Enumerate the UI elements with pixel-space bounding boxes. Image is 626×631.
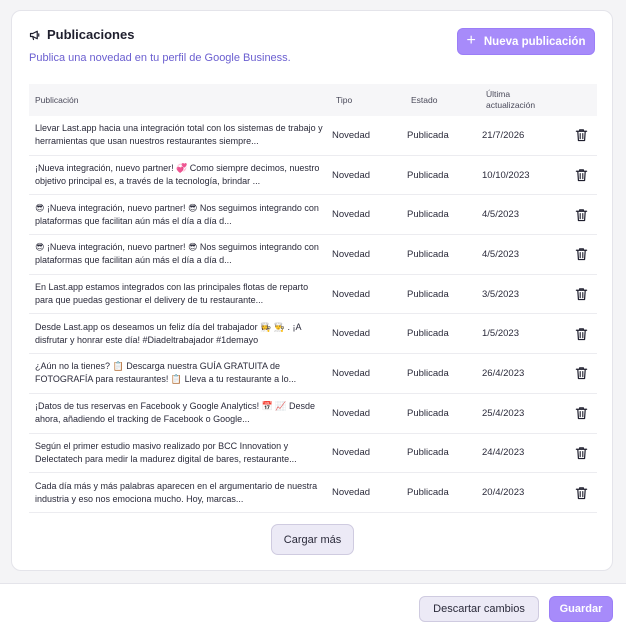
row-estado: Publicada — [407, 328, 449, 340]
row-estado: Publicada — [407, 288, 449, 300]
row-estado: Publicada — [407, 487, 449, 499]
row-tipo: Novedad — [332, 367, 371, 379]
delete-button[interactable] — [565, 327, 597, 341]
column-header-fecha-line2: actualización — [486, 100, 536, 110]
column-header-tipo: Tipo — [336, 94, 353, 105]
publications-card: Publicaciones Publica una novedad en tu … — [11, 10, 613, 571]
row-estado: Publicada — [407, 248, 449, 260]
delete-button[interactable] — [565, 446, 597, 460]
row-estado: Publicada — [407, 367, 449, 379]
table-body: Llevar Last.app hacia una integración to… — [29, 116, 597, 513]
delete-button[interactable] — [565, 128, 597, 142]
new-publication-label: Nueva publicación — [483, 35, 586, 48]
table-row[interactable]: 😎 ¡Nueva integración, nuevo partner! 😎 N… — [29, 235, 597, 275]
table-row[interactable]: Llevar Last.app hacia una integración to… — [29, 116, 597, 156]
trash-icon — [575, 407, 587, 420]
footer-bar: Descartar cambios Guardar — [0, 583, 626, 631]
table-row[interactable]: 😎 ¡Nueva integración, nuevo partner! 😎 N… — [29, 195, 597, 236]
row-publication-text: ¿Aún no la tienes? 📋 Descarga nuestra GU… — [35, 361, 297, 385]
trash-icon — [575, 129, 587, 142]
trash-icon — [575, 367, 587, 380]
row-publication-text: ¡Datos de tus reservas en Facebook y Goo… — [35, 401, 316, 425]
plus-icon: + — [466, 32, 476, 49]
trash-icon — [575, 209, 587, 221]
table-header: Publicación Tipo Estado Última actualiza… — [29, 84, 597, 116]
trash-icon — [575, 248, 587, 261]
row-fecha: 21/7/2026 — [482, 129, 525, 141]
discard-changes-button[interactable]: Descartar cambios — [419, 596, 539, 622]
delete-button[interactable] — [565, 287, 597, 301]
megaphone-icon — [29, 30, 40, 40]
row-estado: Publicada — [407, 169, 449, 181]
row-estado: Publicada — [407, 209, 449, 221]
row-fecha: 4/5/2023 — [482, 248, 519, 260]
row-estado: Publicada — [407, 407, 449, 419]
row-publication-text: 😎 ¡Nueva integración, nuevo partner! 😎 N… — [35, 202, 319, 226]
row-fecha: 20/4/2023 — [482, 487, 525, 499]
row-publication-text: En Last.app estamos integrados con las p… — [35, 282, 309, 306]
delete-button[interactable] — [565, 486, 597, 500]
row-estado: Publicada — [407, 447, 449, 459]
delete-button[interactable] — [565, 168, 597, 182]
row-publication-text: Llevar Last.app hacia una integración to… — [35, 123, 323, 147]
row-tipo: Novedad — [332, 169, 371, 181]
row-fecha: 26/4/2023 — [482, 367, 525, 379]
row-publication-text: ¡Nueva integración, nuevo partner! 💞 Com… — [35, 163, 320, 187]
row-tipo: Novedad — [332, 407, 371, 419]
table-row[interactable]: ¡Datos de tus reservas en Facebook y Goo… — [29, 394, 597, 434]
column-header-fecha: Última actualización — [480, 89, 565, 111]
row-fecha: 1/5/2023 — [482, 328, 519, 340]
trash-icon — [575, 328, 587, 340]
new-publication-button[interactable]: + Nueva publicación — [457, 28, 595, 55]
load-more-button[interactable]: Cargar más — [271, 524, 354, 555]
row-fecha: 3/5/2023 — [482, 288, 519, 300]
delete-button[interactable] — [565, 406, 597, 420]
row-fecha: 25/4/2023 — [482, 407, 525, 419]
table-row[interactable]: ¡Nueva integración, nuevo partner! 💞 Com… — [29, 156, 597, 196]
delete-button[interactable] — [565, 247, 597, 261]
row-tipo: Novedad — [332, 328, 371, 340]
row-tipo: Novedad — [332, 129, 371, 141]
trash-icon — [575, 447, 587, 460]
trash-icon — [575, 486, 587, 499]
publications-table: Publicación Tipo Estado Última actualiza… — [29, 84, 597, 513]
row-tipo: Novedad — [332, 447, 371, 459]
row-fecha: 24/4/2023 — [482, 447, 525, 459]
row-tipo: Novedad — [332, 248, 371, 260]
row-publication-text: Desde Last.app os deseamos un feliz día … — [35, 321, 302, 345]
trash-icon — [575, 169, 587, 182]
column-header-publicacion: Publicación — [35, 94, 79, 105]
column-header-fecha-line1: Última — [486, 89, 511, 99]
table-row[interactable]: Según el primer estudio masivo realizado… — [29, 434, 597, 474]
page-title: Publicaciones — [47, 27, 135, 42]
row-publication-text: Cada día más y más palabras aparecen en … — [35, 480, 318, 504]
table-row[interactable]: Cada día más y más palabras aparecen en … — [29, 473, 597, 513]
row-tipo: Novedad — [332, 209, 371, 221]
row-publication-text: 😎 ¡Nueva integración, nuevo partner! 😎 N… — [35, 242, 319, 266]
row-fecha: 4/5/2023 — [482, 209, 519, 221]
row-fecha: 10/10/2023 — [482, 169, 530, 181]
table-row[interactable]: Desde Last.app os deseamos un feliz día … — [29, 314, 597, 355]
row-estado: Publicada — [407, 129, 449, 141]
row-publication-text: Según el primer estudio masivo realizado… — [35, 440, 297, 464]
save-button[interactable]: Guardar — [549, 596, 613, 622]
delete-button[interactable] — [565, 208, 597, 222]
table-row[interactable]: En Last.app estamos integrados con las p… — [29, 275, 597, 315]
table-row[interactable]: ¿Aún no la tienes? 📋 Descarga nuestra GU… — [29, 354, 597, 394]
column-header-estado: Estado — [411, 94, 438, 105]
row-tipo: Novedad — [332, 288, 371, 300]
row-tipo: Novedad — [332, 487, 371, 499]
delete-button[interactable] — [565, 366, 597, 380]
trash-icon — [575, 288, 587, 301]
card-header: Publicaciones Publica una novedad en tu … — [29, 27, 595, 64]
